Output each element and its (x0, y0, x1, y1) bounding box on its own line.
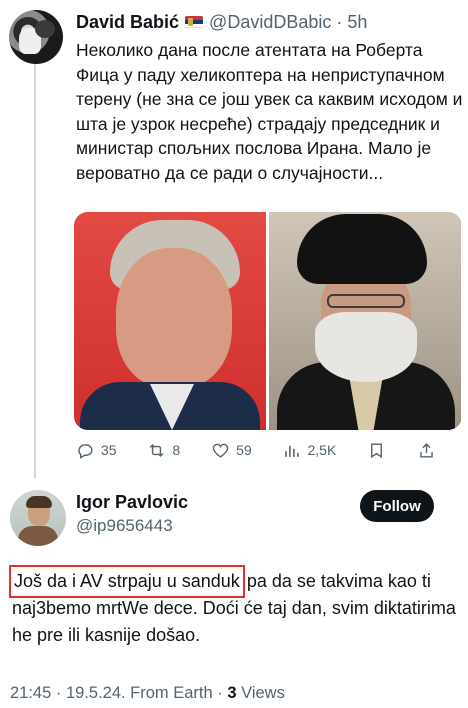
like-button[interactable]: 59 (211, 441, 252, 460)
original-tweet[interactable]: David Babić @DavidDBabic · 5h Неколико д… (0, 0, 468, 480)
photo-left[interactable] (74, 212, 266, 430)
reply-text: Još da i AV strpaju u sanduk pa da se ta… (9, 565, 464, 649)
reply-author-name[interactable]: Igor Pavlovic (76, 492, 188, 513)
reply-tweet[interactable]: Igor Pavlovic @ip9656443 Follow Još da i… (0, 480, 468, 708)
tweet-text: Неколико дана после атентата на Роберта … (76, 40, 463, 183)
tweet-header: David Babić @DavidDBabic · 5h (76, 10, 367, 34)
views-count: 2,5K (307, 442, 337, 458)
author-handle-time[interactable]: @DavidDBabic · 5h (209, 12, 367, 33)
reply-avatar[interactable] (10, 490, 66, 546)
avatar-figure-head (35, 20, 55, 38)
reply-button[interactable]: 35 (76, 441, 117, 460)
views-icon (285, 445, 300, 457)
highlighted-text: Još da i AV strpaju u sanduk (9, 565, 245, 598)
repost-button[interactable]: 8 (147, 441, 180, 460)
repost-count: 8 (172, 442, 181, 458)
avatar[interactable] (9, 10, 63, 64)
views-button[interactable]: 2,5K (282, 441, 336, 460)
follow-button[interactable]: Follow (360, 490, 434, 522)
author-name[interactable]: David Babić (76, 12, 179, 33)
tweet-actions: 35 8 59 2,5K (76, 436, 436, 464)
repost-icon (150, 443, 164, 457)
tweet-media[interactable] (74, 212, 462, 430)
tweet-meta: 21:45 · 19.5.24. From Earth · 3 Views (10, 684, 285, 703)
reply-icon (78, 443, 93, 459)
views-label: Views (236, 684, 285, 702)
views-number: 3 (227, 684, 237, 702)
serbia-flag-icon (185, 15, 204, 29)
share-icon (420, 442, 433, 458)
reply-author-handle[interactable]: @ip9656443 (76, 516, 173, 536)
bookmark-icon (371, 442, 383, 458)
heart-icon (212, 443, 229, 458)
share-button[interactable] (417, 441, 436, 460)
reply-count: 35 (101, 442, 117, 458)
bookmark-button[interactable] (367, 441, 386, 460)
photo-right[interactable] (269, 212, 461, 430)
timestamp-source[interactable]: 21:45 · 19.5.24. From Earth · (10, 684, 227, 702)
like-count: 59 (236, 442, 252, 458)
